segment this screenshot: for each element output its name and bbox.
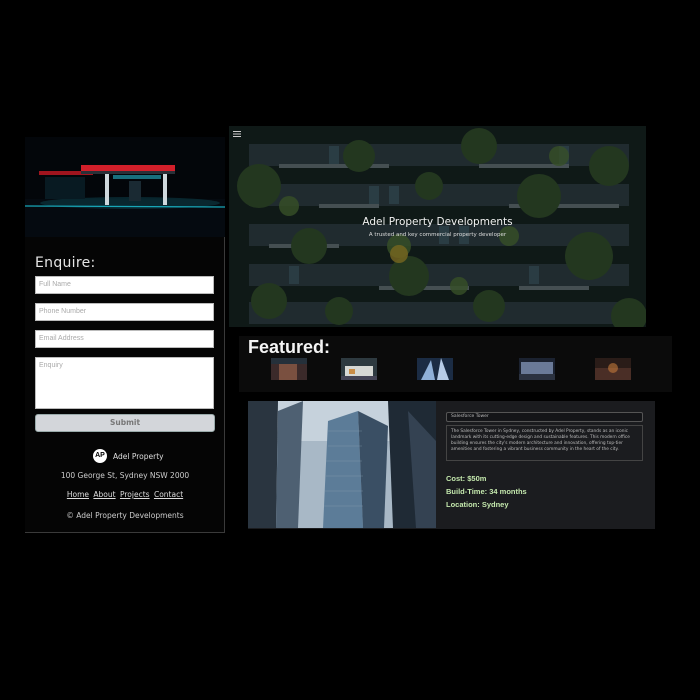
cost-stat: Cost: $50m: [446, 474, 486, 483]
location-label: Location:: [446, 500, 480, 509]
nav-link-home[interactable]: Home: [67, 490, 89, 499]
featured-heading: Featured:: [248, 337, 331, 357]
thumbnail-dusk-building[interactable]: [271, 358, 307, 380]
salesforce-tower-image: [248, 401, 436, 528]
hero-title: Adel Property Developments: [362, 216, 513, 228]
thumbnail-night-office[interactable]: [519, 358, 555, 380]
nav-link-contact[interactable]: Contact: [154, 490, 183, 499]
thumbnail-modern-house[interactable]: [341, 358, 377, 380]
nav-link-about[interactable]: About: [93, 490, 115, 499]
build-time-value: 34 months: [489, 487, 527, 496]
hero-subtitle: A trusted and key commercial property de…: [368, 232, 507, 238]
enquiry-panel: Enquire: Full Name Phone Number Email Ad…: [25, 137, 225, 533]
project-card: Salesforce Tower The Salesforce Tower in…: [248, 401, 655, 529]
location-stat: Location: Sydney: [446, 500, 509, 509]
enquiry-textarea[interactable]: Enquiry: [35, 357, 214, 409]
location-value: Sydney: [481, 500, 509, 509]
footer-logo: AP Adel Property: [93, 448, 164, 464]
build-time-stat: Build-Time: 34 months: [446, 487, 527, 496]
footer-nav: Home About Projects Contact: [25, 490, 225, 499]
submit-button[interactable]: Submit: [35, 414, 215, 432]
project-description: The Salesforce Tower in Sydney, construc…: [446, 425, 643, 461]
enquire-heading: Enquire:: [35, 255, 96, 271]
cost-label: Cost:: [446, 474, 466, 483]
copyright: © Adel Property Developments: [66, 511, 184, 520]
nav-link-projects[interactable]: Projects: [120, 490, 150, 499]
featured-section: Featured:: [239, 336, 672, 392]
phone-field[interactable]: Phone Number: [35, 303, 214, 321]
ap-logo-icon: AP: [93, 449, 107, 463]
petrol-station-image: [25, 137, 225, 237]
footer-address: 100 George St, Sydney NSW 2000: [60, 471, 190, 480]
build-time-label: Build-Time:: [446, 487, 488, 496]
project-select[interactable]: Salesforce Tower: [446, 412, 643, 422]
logo-text: Adel Property: [113, 451, 164, 461]
cost-value: $50m: [467, 474, 487, 483]
email-field[interactable]: Email Address: [35, 330, 214, 348]
thumbnail-sunset-street[interactable]: [595, 358, 631, 380]
hero-banner: Adel Property Developments A trusted and…: [229, 126, 646, 327]
full-name-field[interactable]: Full Name: [35, 276, 214, 294]
thumbnail-glass-tower[interactable]: [417, 358, 453, 380]
